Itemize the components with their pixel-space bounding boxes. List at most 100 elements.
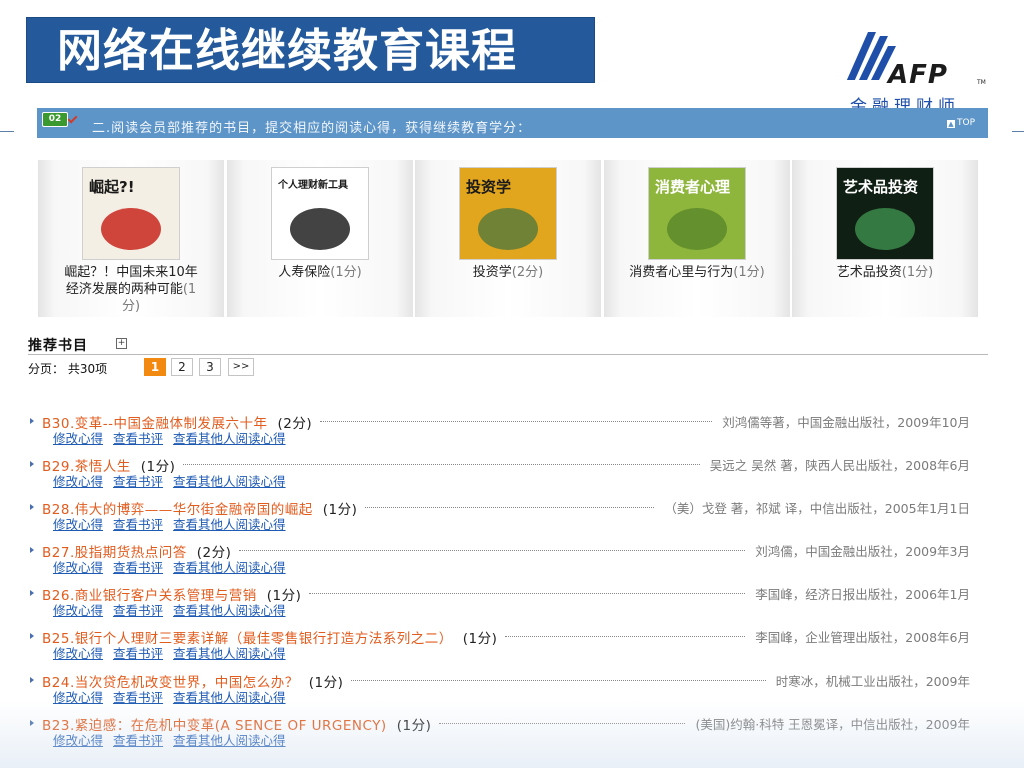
book-cover-image[interactable]: 艺术品投资 — [836, 167, 934, 260]
book-credit: (1分) — [733, 265, 765, 280]
cover-title: 消费者心理 — [655, 178, 731, 196]
view-review-link[interactable]: 查看书评 — [113, 560, 163, 575]
view-review-link[interactable]: 查看书评 — [113, 646, 163, 661]
book-card[interactable]: 个人理财新工具人寿保险(1分) — [227, 160, 413, 317]
pagination-total: 分页： 共30项 — [28, 362, 108, 376]
logo-wordmark: AFP — [888, 60, 948, 90]
view-review-link[interactable]: 查看书评 — [113, 474, 163, 489]
page-button-1[interactable]: 1 — [144, 358, 166, 376]
book-card[interactable]: 艺术品投资艺术品投资(1分) — [792, 160, 978, 317]
book-publisher: 刘鸿儒，中国金融出版社，2009年3月 — [751, 541, 970, 560]
book-credit: (2分) — [511, 265, 544, 280]
book-actions: 修改心得查看书评查看其他人阅读心得 — [53, 643, 296, 662]
list-item: B29.茶悟人生 (1分) 吴远之 吴然 著，陕西人民出版社，2008年6月 修改心得… — [30, 455, 990, 491]
view-review-link[interactable]: 查看书评 — [113, 517, 163, 532]
slide: 网络在线继续教育课程 AFP TM 金融理财师 02 二.阅读会员部推荐的书目，… — [0, 0, 1024, 768]
bullet-icon — [30, 418, 34, 424]
bullet-icon — [30, 547, 34, 553]
dotted-leader — [239, 550, 745, 551]
view-others-notes-link[interactable]: 查看其他人阅读心得 — [173, 603, 286, 618]
bullet-icon — [30, 590, 34, 596]
view-review-link[interactable]: 查看书评 — [113, 431, 163, 446]
checkmark-icon — [67, 113, 78, 124]
bullet-icon — [30, 677, 34, 683]
view-others-notes-link[interactable]: 查看其他人阅读心得 — [173, 646, 286, 661]
list-item: B27.股指期货热点问答 (2分) 刘鸿儒，中国金融出版社，2009年3月 修改心得查… — [30, 541, 990, 577]
bullet-icon — [30, 633, 34, 639]
book-cover-image[interactable]: 消费者心理 — [648, 167, 746, 260]
expand-icon[interactable]: + — [116, 338, 127, 349]
book-caption-title: 消费者心里与行为 — [629, 265, 734, 280]
cover-art — [101, 208, 161, 250]
dotted-leader — [351, 680, 766, 681]
book-credit: (1分) — [462, 631, 498, 647]
book-credit: (1分) — [308, 675, 344, 691]
book-card[interactable]: 投资学 投资学(2分) — [415, 160, 601, 317]
book-actions: 修改心得查看书评查看其他人阅读心得 — [53, 471, 296, 490]
edit-notes-link[interactable]: 修改心得 — [53, 646, 103, 661]
book-card[interactable]: 崛起?! 崛起？！中国未来10年经济发展的两种可能(1分) — [38, 160, 224, 317]
book-caption[interactable]: 艺术品投资(1分) — [814, 264, 956, 281]
list-item: B25.银行个人理财三要素详解（最佳零售银行打造方法系列之二） (1分) 李国峰，企… — [30, 627, 990, 663]
bullet-icon — [30, 504, 34, 510]
heading-divider — [28, 354, 988, 355]
slide-footer-gradient — [0, 700, 1024, 768]
dotted-leader — [365, 507, 654, 508]
book-caption[interactable]: 消费者心里与行为(1分) — [626, 264, 768, 281]
view-review-link[interactable]: 查看书评 — [113, 603, 163, 618]
page-button-2[interactable]: 2 — [171, 358, 193, 376]
book-caption[interactable]: 崛起？！中国未来10年经济发展的两种可能(1分) — [60, 264, 202, 315]
list-item: B26.商业银行客户关系管理与营销 (1分) 李国峰，经济日报出版社，2006年1月… — [30, 584, 990, 620]
book-caption[interactable]: 投资学(2分) — [437, 264, 579, 281]
book-actions: 修改心得查看书评查看其他人阅读心得 — [53, 557, 296, 576]
right-divider — [1012, 131, 1024, 132]
logo-trademark: TM — [977, 79, 986, 86]
dotted-leader — [183, 464, 700, 465]
book-caption-title: 人寿保险 — [278, 265, 331, 280]
section-number-badge: 02 — [42, 112, 68, 127]
title-banner: 网络在线继续教育课程 — [26, 17, 595, 83]
book-publisher: 刘鸿儒等著，中国金融出版社，2009年10月 — [718, 412, 970, 431]
book-publisher: 时寒冰，机械工业出版社，2009年 — [771, 671, 970, 690]
featured-books-shelf: 崛起?! 崛起？！中国未来10年经济发展的两种可能(1分) 个人理财新工具 人寿保险(… — [38, 160, 978, 317]
book-caption-title: 崛起？！中国未来10年经济发展的两种可能 — [64, 265, 198, 297]
next-page-button[interactable]: >> — [228, 358, 254, 376]
back-to-top-link[interactable]: ▲ TOP — [946, 118, 975, 128]
cover-title: 投资学 — [466, 178, 512, 196]
book-caption[interactable]: 人寿保险(1分) — [249, 264, 391, 281]
book-cover-image[interactable]: 投资学 — [459, 167, 557, 260]
view-others-notes-link[interactable]: 查看其他人阅读心得 — [173, 431, 286, 446]
page-button-3[interactable]: 3 — [199, 358, 221, 376]
bullet-icon — [30, 461, 34, 467]
cover-art — [667, 208, 727, 250]
dotted-leader — [309, 593, 745, 594]
book-caption-title: 投资学 — [472, 265, 512, 280]
edit-notes-link[interactable]: 修改心得 — [53, 517, 103, 532]
book-credit: (1分) — [322, 502, 358, 518]
afp-logo: AFP TM 金融理财师 — [838, 24, 988, 117]
section-header: 02 二.阅读会员部推荐的书目，提交相应的阅读心得，获得继续教育学分： ▲ TOP — [37, 108, 988, 138]
edit-notes-link[interactable]: 修改心得 — [53, 431, 103, 446]
recommended-books-heading: 推荐书目 — [28, 338, 88, 354]
book-actions: 修改心得查看书评查看其他人阅读心得 — [53, 428, 296, 447]
book-credit: (1分) — [330, 265, 362, 280]
edit-notes-link[interactable]: 修改心得 — [53, 560, 103, 575]
cover-art — [478, 208, 538, 250]
edit-notes-link[interactable]: 修改心得 — [53, 603, 103, 618]
book-card[interactable]: 消费者心理消费者心里与行为(1分) — [604, 160, 790, 317]
view-others-notes-link[interactable]: 查看其他人阅读心得 — [173, 474, 286, 489]
list-item: B28.伟大的博弈——华尔街金融帝国的崛起 (1分) （美）戈登 著，祁斌 译，中信… — [30, 498, 990, 534]
book-publisher: 李国峰，企业管理出版社，2008年6月 — [751, 627, 970, 646]
book-cover-image[interactable]: 崛起?! — [82, 167, 180, 260]
left-divider — [0, 131, 14, 132]
dotted-leader — [320, 421, 712, 422]
book-credit: (1分) — [901, 265, 934, 280]
edit-notes-link[interactable]: 修改心得 — [53, 474, 103, 489]
page-title: 网络在线继续教育课程 — [57, 24, 518, 77]
book-publisher: 李国峰，经济日报出版社，2006年1月 — [751, 584, 970, 603]
view-others-notes-link[interactable]: 查看其他人阅读心得 — [173, 560, 286, 575]
view-others-notes-link[interactable]: 查看其他人阅读心得 — [173, 517, 286, 532]
book-cover-image[interactable]: 个人理财新工具 — [271, 167, 369, 260]
section-instruction: 二.阅读会员部推荐的书目，提交相应的阅读心得，获得继续教育学分： — [92, 121, 532, 136]
book-actions: 修改心得查看书评查看其他人阅读心得 — [53, 600, 296, 619]
